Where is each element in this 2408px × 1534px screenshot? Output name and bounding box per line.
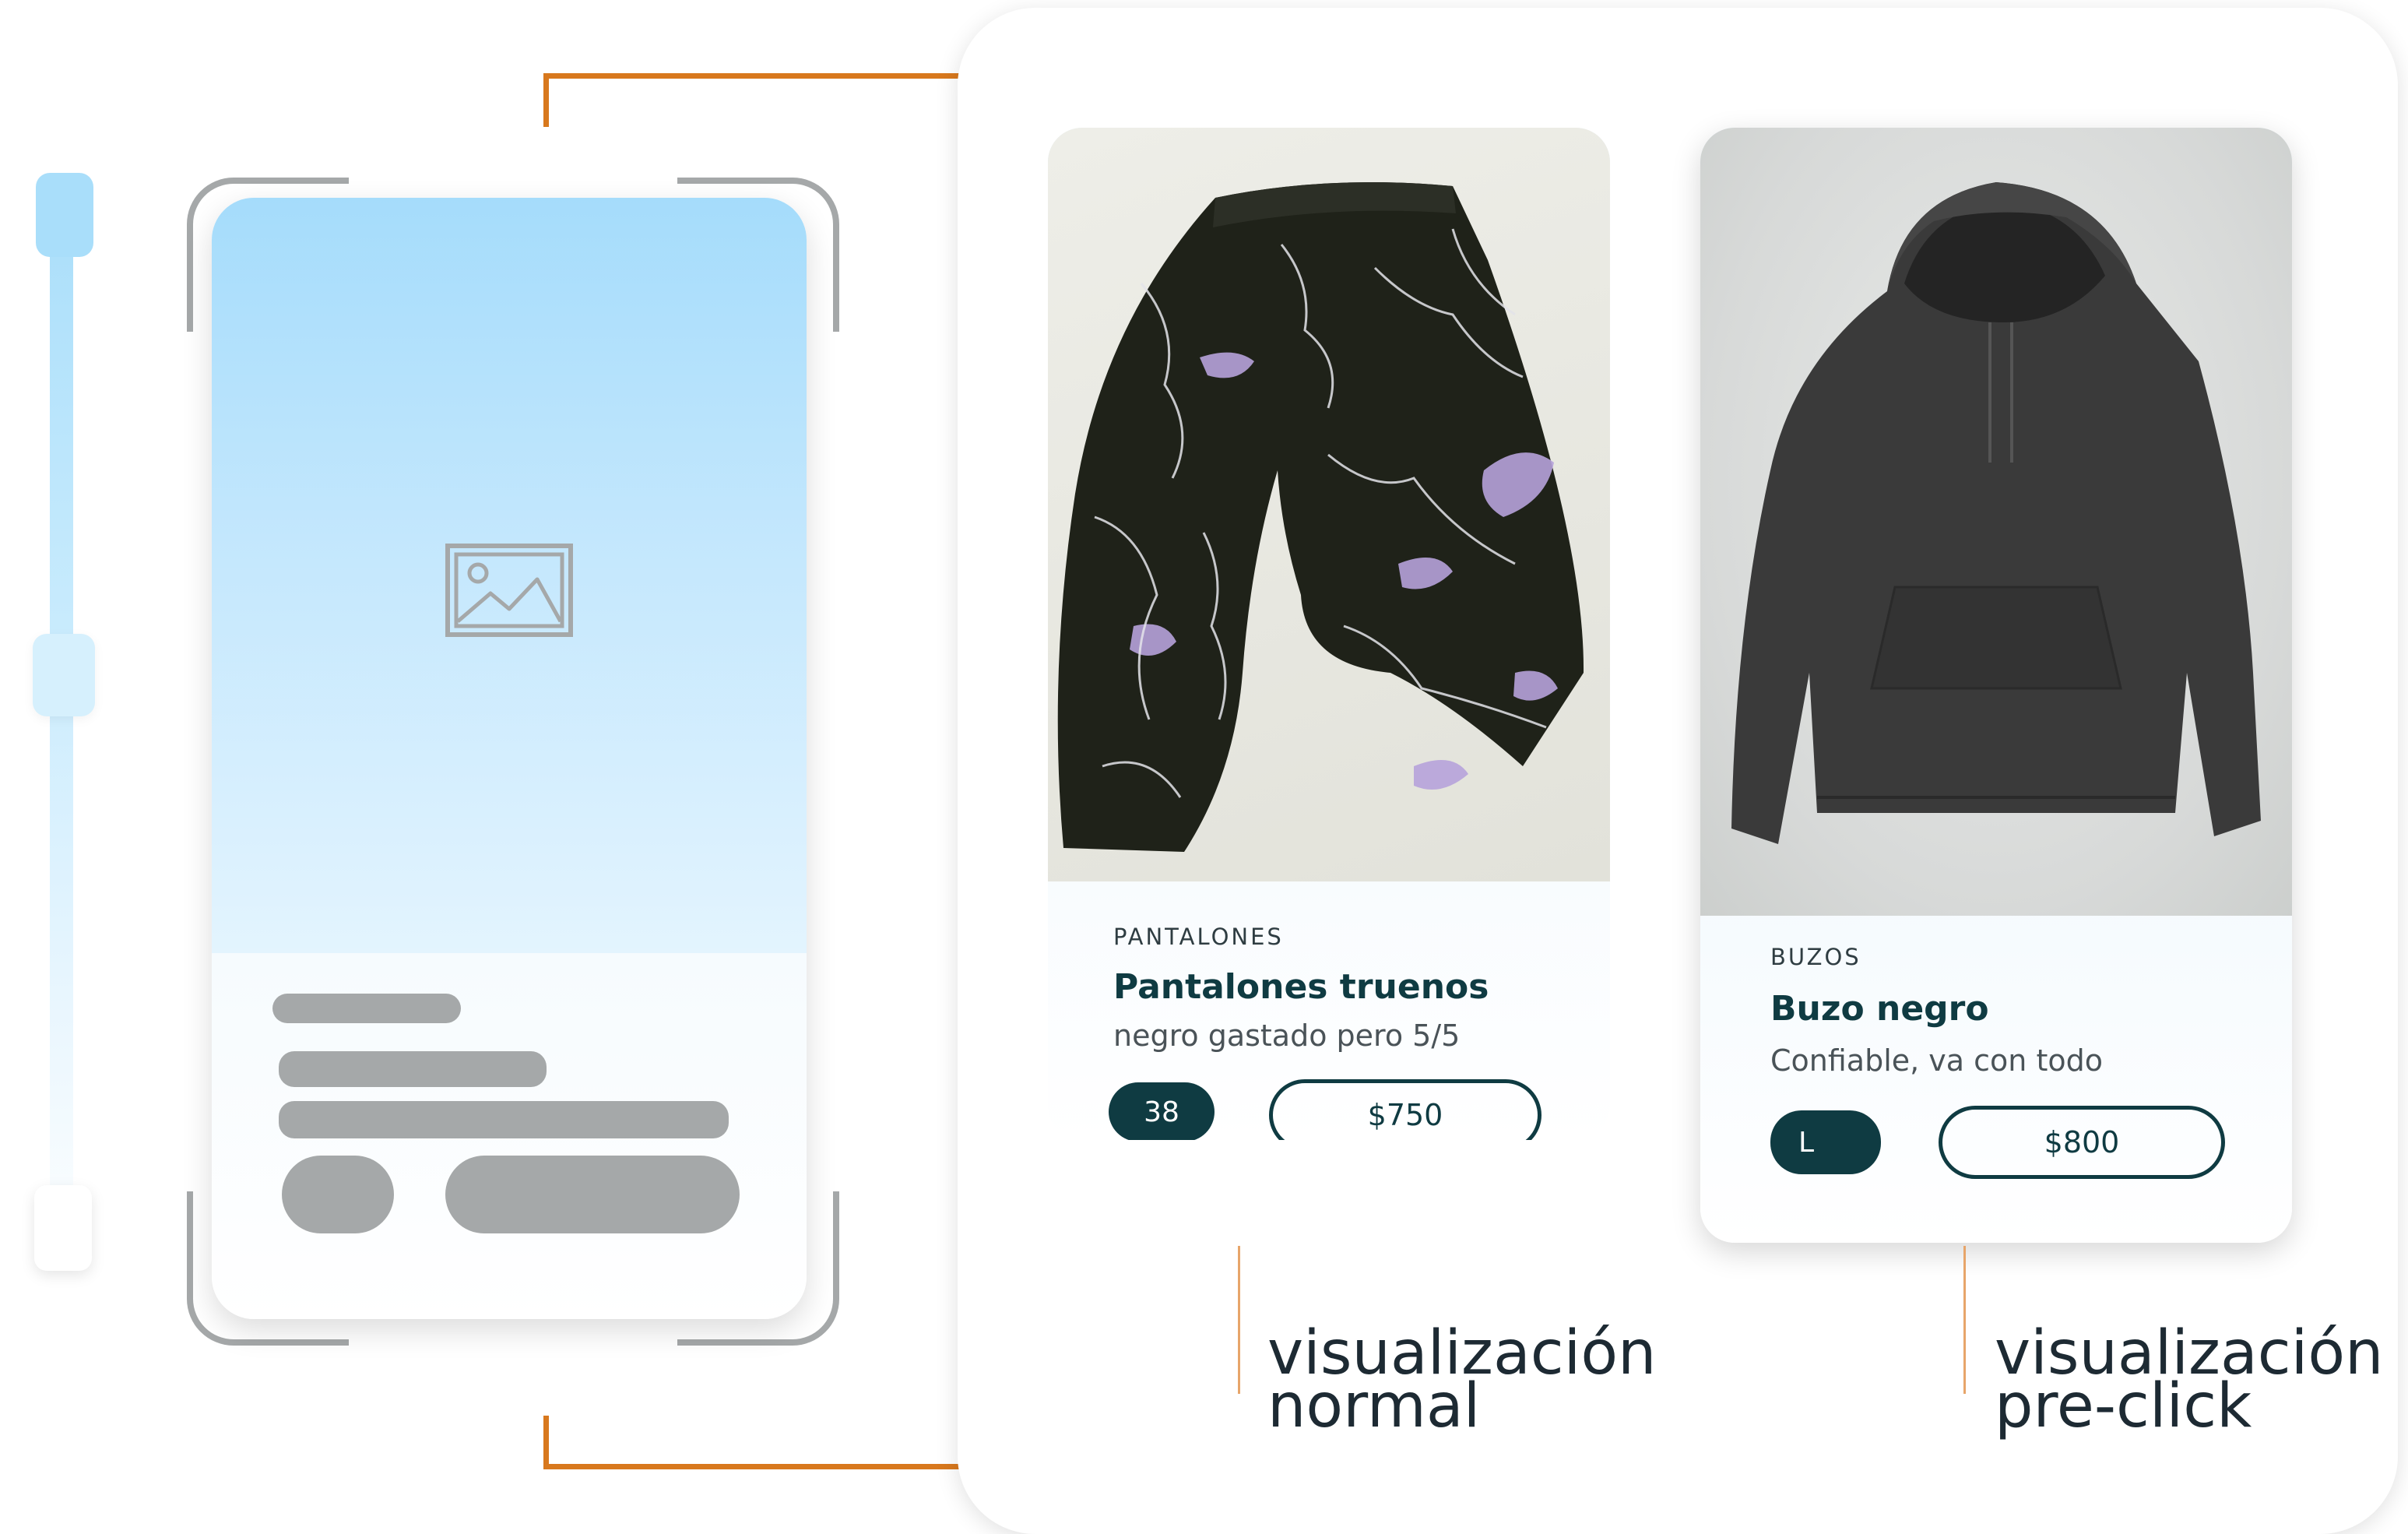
hoodie-image <box>1731 182 2261 844</box>
pants-image <box>1057 182 1584 852</box>
product-description: Confiable, va con todo <box>1770 1043 2103 1078</box>
product-card-pre-click[interactable]: BUZOS Buzo negro Confiable, va con todo … <box>1700 128 2292 1243</box>
price-button[interactable]: $750 <box>1269 1079 1541 1140</box>
product-photo-pants <box>1048 128 1610 881</box>
connector-top <box>543 73 969 127</box>
scroll-end-marker <box>34 1185 92 1271</box>
wireframe-image-area <box>212 198 807 953</box>
connector-bottom <box>543 1416 969 1469</box>
scroll-track <box>50 187 73 1277</box>
wireframe-card <box>212 198 807 1319</box>
price-button[interactable]: $800 <box>1939 1106 2225 1179</box>
size-pill[interactable]: L <box>1770 1110 1881 1174</box>
skeleton-description-line <box>279 1101 729 1138</box>
caption-normal: visualización normal <box>1267 1323 1657 1437</box>
skeleton-size-pill <box>282 1156 394 1233</box>
product-photo-hoodie <box>1700 128 2292 916</box>
image-placeholder-icon <box>445 544 573 637</box>
caption-pre-click: visualización pre-click <box>1995 1323 2384 1437</box>
skeleton-price-button <box>445 1156 740 1233</box>
caption-leader-line <box>1238 1246 1240 1394</box>
scroll-thumb[interactable] <box>36 173 93 257</box>
product-title: Buzo negro <box>1770 989 1989 1029</box>
size-pill[interactable]: 38 <box>1109 1082 1215 1140</box>
product-category: BUZOS <box>1770 944 1861 970</box>
product-description: negro gastado pero 5/5 <box>1113 1019 1461 1053</box>
scroll-marker <box>33 634 95 716</box>
skeleton-category-line <box>272 994 461 1023</box>
product-card-normal[interactable]: PANTALONES Pantalones truenos negro gast… <box>1048 128 1610 1140</box>
product-title: Pantalones truenos <box>1113 967 1489 1007</box>
skeleton-title-line <box>279 1051 547 1087</box>
caption-leader-line <box>1963 1246 1966 1394</box>
product-category: PANTALONES <box>1113 924 1284 950</box>
